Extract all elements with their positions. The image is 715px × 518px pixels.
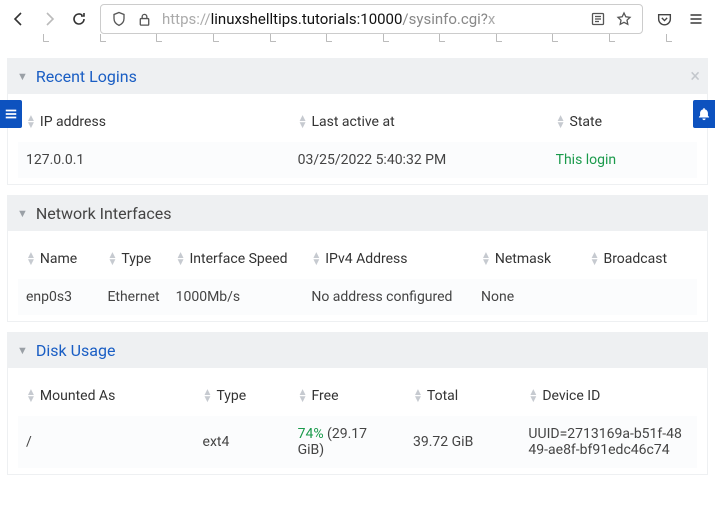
- close-icon[interactable]: ×: [690, 66, 700, 87]
- disk-usage-panel: ▼ Disk Usage ▲▼Mounted As ▲▼Type ▲▼Free …: [7, 332, 708, 475]
- url-text: https://linuxshelltips.tutorials:10000/s…: [162, 10, 580, 28]
- cell-ip: 127.0.0.1: [18, 142, 290, 178]
- recent-logins-header[interactable]: ▼ Recent Logins ×: [7, 58, 708, 94]
- cell-type: Ethernet: [99, 279, 167, 315]
- network-interfaces-panel: ▼ Network Interfaces ▲▼Name ▲▼Type ▲▼Int…: [7, 195, 708, 322]
- col-state[interactable]: ▲▼State: [548, 104, 697, 142]
- toolbar-right: [655, 10, 705, 28]
- table-row: / ext4 74% (29.17 GiB) 39.72 GiB UUID=27…: [18, 416, 697, 468]
- forward-button[interactable]: [40, 10, 58, 28]
- app-menu-icon[interactable]: [687, 10, 705, 28]
- cell-free: 74% (29.17 GiB): [290, 416, 405, 468]
- cell-device: UUID=2713169a-b51f-4849-ae8f-bf91edc46c7…: [520, 416, 697, 468]
- col-name[interactable]: ▲▼Name: [18, 241, 99, 279]
- sidebar-toggle-button[interactable]: [0, 100, 22, 128]
- disk-usage-table: ▲▼Mounted As ▲▼Type ▲▼Free ▲▼Total ▲▼Dev…: [18, 378, 697, 468]
- cell-bcast: [582, 279, 697, 315]
- cell-type: ext4: [195, 416, 290, 468]
- col-total[interactable]: ▲▼Total: [405, 378, 520, 416]
- url-port: :10000: [357, 10, 403, 28]
- col-netmask[interactable]: ▲▼Netmask: [473, 241, 582, 279]
- pocket-icon[interactable]: [655, 10, 673, 28]
- shield-icon: [111, 11, 127, 27]
- col-free[interactable]: ▲▼Free: [290, 378, 405, 416]
- recent-logins-panel: ▼ Recent Logins × ▲▼IP address ▲▼Last ac…: [7, 58, 708, 185]
- caret-down-icon: ▼: [17, 70, 28, 83]
- cell-name: enp0s3: [18, 279, 99, 315]
- caret-down-icon: ▼: [17, 344, 28, 357]
- url-bar[interactable]: https://linuxshelltips.tutorials:10000/s…: [100, 4, 643, 34]
- cell-total: 39.72 GiB: [405, 416, 520, 468]
- col-ipv4[interactable]: ▲▼IPv4 Address: [303, 241, 473, 279]
- col-last-active[interactable]: ▲▼Last active at: [290, 104, 548, 142]
- col-speed[interactable]: ▲▼Interface Speed: [168, 241, 304, 279]
- col-mounted[interactable]: ▲▼Mounted As: [18, 378, 195, 416]
- reload-button[interactable]: [70, 10, 88, 28]
- disk-usage-header[interactable]: ▼ Disk Usage: [7, 332, 708, 368]
- top-graph-ticks: [0, 38, 715, 48]
- col-ip[interactable]: ▲▼IP address: [18, 104, 290, 142]
- network-interfaces-title: Network Interfaces: [36, 204, 172, 223]
- cell-last: 03/25/2022 5:40:32 PM: [290, 142, 548, 178]
- col-broadcast[interactable]: ▲▼Broadcast: [582, 241, 697, 279]
- col-device[interactable]: ▲▼Device ID: [520, 378, 697, 416]
- notifications-button[interactable]: [693, 100, 715, 128]
- network-interfaces-table: ▲▼Name ▲▼Type ▲▼Interface Speed ▲▼IPv4 A…: [18, 241, 697, 315]
- url-trunc: x: [488, 10, 495, 28]
- cell-speed: 1000Mb/s: [168, 279, 304, 315]
- page-content: ▼ Recent Logins × ▲▼IP address ▲▼Last ac…: [0, 38, 715, 518]
- url-path: /sysinfo.cgi?: [402, 10, 487, 28]
- back-button[interactable]: [10, 10, 28, 28]
- lock-icon: [137, 12, 152, 27]
- network-interfaces-header[interactable]: ▼ Network Interfaces: [7, 195, 708, 231]
- url-scheme: https://: [162, 10, 211, 28]
- cell-mask: None: [473, 279, 582, 315]
- table-row: enp0s3 Ethernet 1000Mb/s No address conf…: [18, 279, 697, 315]
- disk-usage-title: Disk Usage: [36, 341, 116, 360]
- cell-ipv4: No address configured: [303, 279, 473, 315]
- browser-toolbar: https://linuxshelltips.tutorials:10000/s…: [0, 0, 715, 38]
- url-host: linuxshelltips.tutorials: [211, 10, 357, 28]
- caret-down-icon: ▼: [17, 207, 28, 220]
- col-type[interactable]: ▲▼Type: [195, 378, 290, 416]
- table-row: 127.0.0.1 03/25/2022 5:40:32 PM This log…: [18, 142, 697, 178]
- cell-mount: /: [18, 416, 195, 468]
- col-type[interactable]: ▲▼Type: [99, 241, 167, 279]
- cell-state: This login: [548, 142, 697, 178]
- recent-logins-table: ▲▼IP address ▲▼Last active at ▲▼State 12…: [18, 104, 697, 178]
- bookmark-star-icon[interactable]: [616, 11, 632, 27]
- recent-logins-title: Recent Logins: [36, 67, 137, 86]
- reader-mode-icon[interactable]: [590, 11, 606, 27]
